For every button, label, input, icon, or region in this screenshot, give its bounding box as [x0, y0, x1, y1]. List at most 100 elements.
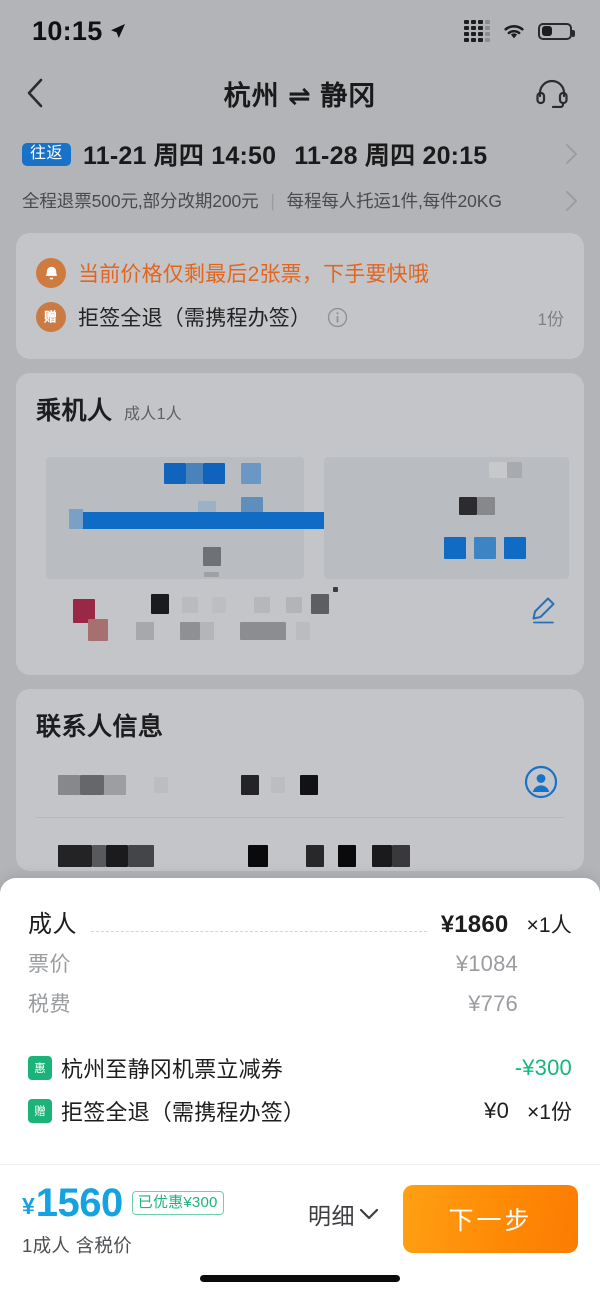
- return-datetime: 11-28 周四 20:15: [294, 142, 488, 170]
- redaction-block: [240, 622, 286, 640]
- price-detail-label: 明细: [308, 1203, 355, 1229]
- chevron-right-icon: [566, 144, 577, 164]
- chevron-right-icon: [566, 190, 577, 211]
- total-price-line: ¥ 1560 已优惠¥300: [22, 1183, 224, 1223]
- trip-type-tag: 往返: [22, 142, 72, 166]
- redaction-block: [128, 845, 154, 867]
- redaction-block: [203, 463, 225, 484]
- dotted-leader: [91, 931, 427, 932]
- redaction-block: [80, 775, 104, 795]
- total-price-subtext: 1成人 含税价: [22, 1235, 133, 1256]
- info-circle-icon[interactable]: [327, 307, 348, 328]
- flight-rules-row[interactable]: 全程退票500元,部分改期200元 | 每程每人托运1件,每件20KG: [22, 182, 578, 227]
- coupon-name: 杭州至静冈机票立减券: [61, 1056, 284, 1082]
- bell-icon: [36, 258, 66, 288]
- redaction-bar: [81, 512, 341, 529]
- price-row-fare: 票价 ¥1084: [28, 948, 572, 988]
- redaction-block: [333, 587, 338, 592]
- redaction-block: [136, 622, 154, 640]
- redaction-block: [444, 537, 466, 559]
- redaction-block: [489, 462, 507, 478]
- headset-icon: [536, 79, 568, 108]
- redaction-block: [88, 619, 108, 641]
- price-row-gift: 赠 拒签全退（需携程办签） ¥0 ×1份: [28, 1089, 572, 1132]
- redaction-block: [151, 594, 169, 614]
- redaction-block: [241, 775, 259, 795]
- nav-bar: 杭州 ⇌ 静冈: [0, 62, 600, 124]
- passenger-title: 乘机人: [36, 397, 113, 425]
- price-row-adult: 成人 ¥1860 ×1人: [28, 904, 572, 948]
- redaction-block: [504, 537, 526, 559]
- battery-icon: [538, 22, 575, 40]
- customer-support-button[interactable]: [530, 71, 574, 115]
- gift-amount: ¥0: [484, 1097, 510, 1123]
- next-step-button[interactable]: 下一步: [403, 1185, 578, 1253]
- redaction-panel-right: [324, 457, 569, 579]
- passenger-section-header: 乘机人 成人1人: [36, 391, 564, 427]
- redaction-block: [372, 845, 392, 867]
- redaction-block: [58, 775, 80, 795]
- baggage-rule: 每程每人托运1件,每件20KG: [286, 191, 502, 211]
- chevron-left-icon: [27, 78, 43, 108]
- contact-redacted-content[interactable]: [36, 753, 564, 871]
- flight-dates: 11-21 周四 14:50 11-28 周四 20:15: [83, 136, 487, 172]
- redaction-block: [474, 537, 496, 559]
- rules-separator: |: [270, 191, 275, 211]
- total-price: 1560: [35, 1181, 123, 1225]
- depart-datetime: 11-21 周四 14:50: [83, 142, 277, 170]
- status-bar: 10:15: [0, 0, 600, 62]
- redaction-block: [154, 777, 168, 793]
- gift-title: 拒签全退（需携程办签）: [78, 307, 312, 330]
- redaction-block: [241, 463, 261, 484]
- saved-badge: 已优惠¥300: [131, 1191, 224, 1215]
- redaction-block: [311, 594, 329, 614]
- redaction-block: [106, 845, 128, 867]
- back-button[interactable]: [26, 73, 66, 113]
- flight-rules-text: 全程退票500元,部分改期200元 | 每程每人托运1件,每件20KG: [22, 188, 502, 213]
- adult-amount: ¥1860: [440, 911, 509, 938]
- gift-name: 拒签全退（需携程办签）: [61, 1099, 306, 1125]
- redaction-block: [212, 597, 226, 613]
- gift-badge-icon: 赠: [36, 302, 66, 332]
- page-title: 杭州 ⇌ 静冈: [223, 80, 377, 111]
- urgency-text: 当前价格仅剩最后2张票，下手要快哦: [78, 263, 430, 286]
- cellular-signal-icon: [464, 20, 490, 42]
- currency-symbol: ¥: [22, 1192, 35, 1219]
- gift-quantity: 1份: [537, 309, 564, 329]
- redaction-block: [254, 597, 270, 613]
- redaction-block: [104, 775, 126, 795]
- total-price-block: ¥ 1560 已优惠¥300 1成人 含税价: [22, 1179, 224, 1258]
- adult-label: 成人: [28, 911, 77, 938]
- status-bar-time: 10:15: [32, 15, 103, 46]
- wifi-icon: [504, 25, 524, 39]
- pencil-edit-icon[interactable]: [528, 595, 558, 625]
- gift-row[interactable]: 赠 拒签全退（需携程办签） 1份: [36, 295, 564, 339]
- gift-badge-label: 赠: [34, 1103, 46, 1118]
- flight-header: 往返 11-21 周四 14:50 11-28 周四 20:15 全程退票500…: [0, 124, 600, 227]
- location-arrow-icon: [110, 24, 125, 38]
- coupon-amount: -¥300: [514, 1054, 572, 1080]
- pick-contact-button[interactable]: [524, 765, 558, 799]
- urgency-row: 当前价格仅剩最后2张票，下手要快哦: [36, 251, 564, 295]
- price-detail-toggle[interactable]: 明细: [308, 1179, 379, 1231]
- redaction-block: [69, 509, 83, 529]
- price-row-tax: 税费 ¥776: [28, 988, 572, 1028]
- person-circle-icon: [524, 765, 558, 799]
- adult-quantity: ×1人: [526, 914, 572, 937]
- redaction-block: [338, 845, 356, 867]
- gift-badge-label: 赠: [44, 309, 58, 325]
- passenger-card: 乘机人 成人1人: [16, 373, 584, 675]
- redaction-block: [186, 463, 203, 484]
- redaction-block: [459, 497, 477, 515]
- flight-dates-row[interactable]: 往返 11-21 周四 14:50 11-28 周四 20:15: [22, 130, 578, 182]
- redaction-block: [182, 597, 198, 613]
- redaction-block: [477, 497, 495, 515]
- redaction-block: [306, 845, 324, 867]
- redaction-block: [58, 845, 92, 867]
- redaction-block: [203, 547, 221, 566]
- passenger-redacted-content[interactable]: [36, 439, 569, 649]
- fare-amount: ¥1084: [455, 951, 518, 976]
- redaction-block: [286, 597, 302, 613]
- gift-quantity: ×1份: [527, 1100, 572, 1124]
